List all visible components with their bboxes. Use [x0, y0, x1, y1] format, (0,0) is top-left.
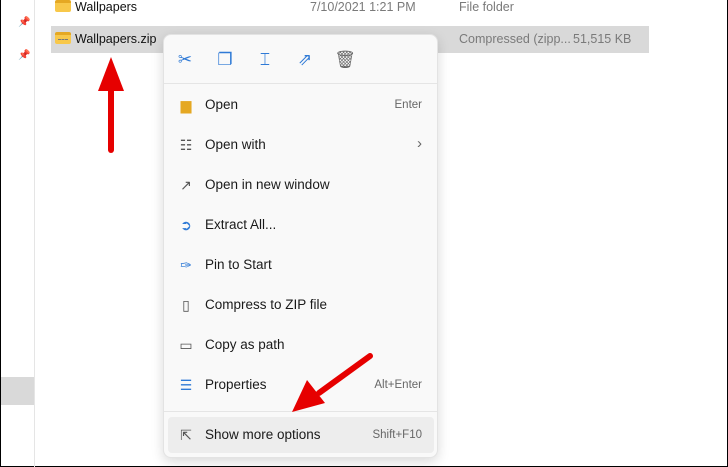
up-arrow-head [98, 57, 124, 91]
annotation-arrows [98, 57, 373, 412]
diagonal-arrow-head [292, 380, 325, 412]
diagonal-arrow-shaft [316, 353, 373, 396]
